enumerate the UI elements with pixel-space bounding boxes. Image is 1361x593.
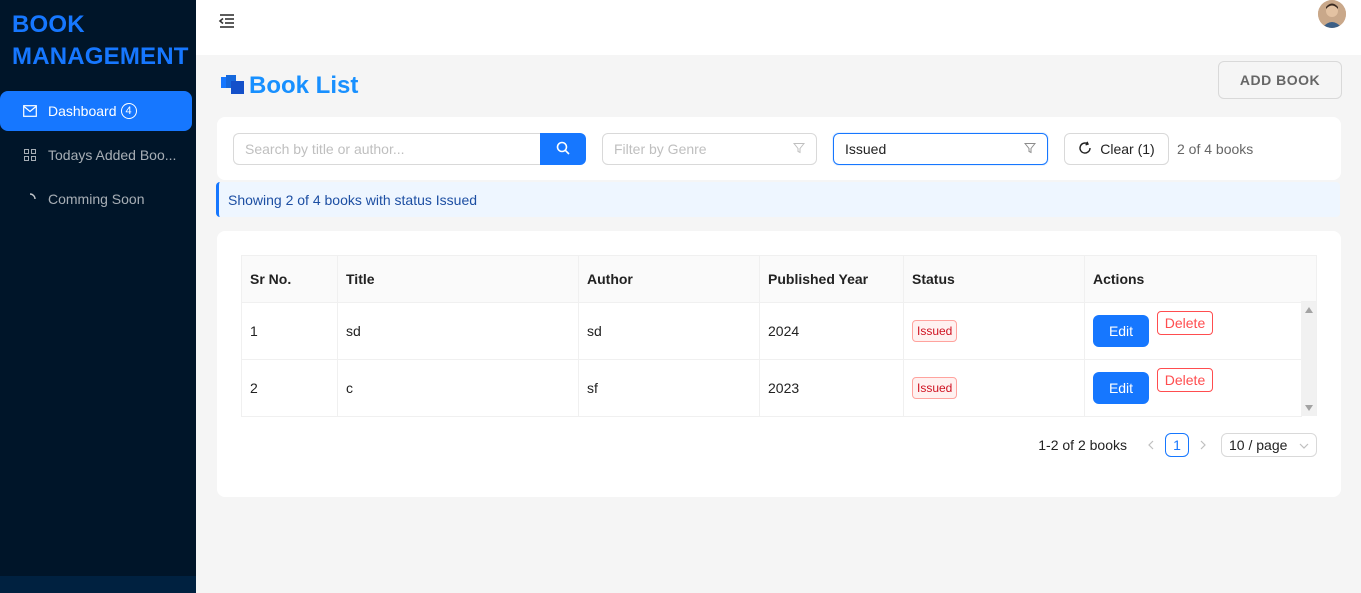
- dashboard-count-badge: 4: [120, 103, 137, 119]
- table-scrollbar[interactable]: [1301, 302, 1317, 416]
- cell-sr-no: 1: [241, 302, 338, 360]
- cell-sr-no: 2: [241, 359, 338, 417]
- loading-icon: [23, 192, 37, 206]
- clear-filters-label: Clear (1): [1100, 141, 1155, 157]
- add-book-button[interactable]: ADD BOOK: [1218, 61, 1342, 99]
- sidebar-footer: [0, 576, 196, 593]
- search-icon: [556, 141, 570, 158]
- scroll-down-icon[interactable]: [1305, 405, 1313, 411]
- cell-author: sd: [578, 302, 760, 360]
- page-item-current[interactable]: 1: [1165, 433, 1189, 457]
- column-header-published-year[interactable]: Published Year: [759, 255, 904, 303]
- status-tag: Issued: [912, 377, 958, 399]
- prev-page-icon[interactable]: [1139, 433, 1163, 457]
- edit-button[interactable]: Edit: [1093, 372, 1149, 404]
- column-header-author[interactable]: Author: [578, 255, 760, 303]
- books-table-card: Sr No. Title Author Published Year Statu…: [217, 231, 1341, 497]
- cell-title: sd: [337, 302, 579, 360]
- column-header-status[interactable]: Status: [903, 255, 1085, 303]
- page-title: Book List: [221, 70, 358, 102]
- cell-actions: Edit Delete: [1084, 359, 1302, 417]
- delete-button[interactable]: Delete: [1157, 368, 1213, 392]
- books-table: Sr No. Title Author Published Year Statu…: [241, 255, 1317, 417]
- grid-icon: [23, 148, 37, 162]
- cell-actions: Edit Delete: [1084, 302, 1302, 360]
- top-header: [196, 0, 1361, 55]
- cell-status: Issued: [903, 302, 1085, 360]
- next-page-icon[interactable]: [1191, 433, 1215, 457]
- genre-filter-select[interactable]: Filter by Genre: [602, 133, 817, 165]
- scroll-up-icon[interactable]: [1305, 307, 1313, 313]
- genre-filter-placeholder: Filter by Genre: [614, 141, 707, 157]
- pagination-total: 1-2 of 2 books: [1038, 437, 1127, 453]
- page-size-value: 10 / page: [1229, 437, 1288, 453]
- sidebar-item-todays-added-books[interactable]: Todays Added Boo...: [0, 135, 192, 175]
- brand-line-2: MANAGEMENT: [12, 43, 189, 70]
- chevron-down-icon: [1299, 437, 1309, 453]
- book-count-text: 2 of 4 books: [1177, 141, 1254, 157]
- mail-icon: [23, 104, 37, 118]
- table-row: 2 c sf 2023 Issued Edit Delete: [241, 359, 1302, 417]
- search-button[interactable]: [540, 133, 586, 165]
- delete-button[interactable]: Delete: [1157, 311, 1213, 335]
- brand-line-1: BOOK: [12, 11, 85, 38]
- cell-status: Issued: [903, 359, 1085, 417]
- sidebar-item-label: Comming Soon: [48, 191, 145, 207]
- filter-icon: [1023, 141, 1037, 157]
- table-row: 1 sd sd 2024 Issued Edit Delete: [241, 302, 1302, 360]
- books-icon: [221, 73, 245, 100]
- search-input[interactable]: [233, 133, 540, 165]
- brand-logo: BOOK MANAGEMENT: [12, 9, 189, 73]
- menu-fold-icon[interactable]: [218, 12, 238, 32]
- sidebar: BOOK MANAGEMENT Dashboard 4 Todays Added…: [0, 0, 196, 593]
- page-size-select[interactable]: 10 / page: [1221, 433, 1317, 457]
- pagination: 1-2 of 2 books 1 10 / page: [1038, 433, 1317, 457]
- filter-info-alert: Showing 2 of 4 books with status Issued: [216, 182, 1340, 217]
- alert-text: Showing 2 of 4 books with status Issued: [228, 191, 478, 208]
- column-header-title[interactable]: Title: [337, 255, 579, 303]
- column-header-actions: Actions: [1084, 255, 1302, 303]
- cell-title: c: [337, 359, 579, 417]
- user-avatar[interactable]: [1318, 0, 1346, 28]
- status-filter-select[interactable]: Issued: [833, 133, 1048, 165]
- sidebar-item-comming-soon[interactable]: Comming Soon: [0, 179, 192, 219]
- reload-icon: [1078, 141, 1100, 158]
- sidebar-item-label: Dashboard: [48, 103, 117, 119]
- cell-published-year: 2024: [759, 302, 904, 360]
- status-tag: Issued: [912, 320, 958, 342]
- page-title-text: Book List: [249, 72, 359, 99]
- sidebar-item-dashboard[interactable]: Dashboard 4: [0, 91, 192, 131]
- sidebar-item-label: Todays Added Boo...: [48, 147, 177, 163]
- table-header-row: Sr No. Title Author Published Year Statu…: [241, 255, 1302, 303]
- filter-icon: [792, 141, 806, 157]
- cell-author: sf: [578, 359, 760, 417]
- cell-published-year: 2023: [759, 359, 904, 417]
- search-group: [233, 133, 586, 165]
- table-header-filler: [1301, 255, 1317, 302]
- filter-bar: Filter by Genre Issued Clear (1) 2 of 4 …: [217, 117, 1341, 180]
- column-header-sr-no[interactable]: Sr No.: [241, 255, 338, 303]
- status-filter-value: Issued: [845, 141, 887, 157]
- edit-button[interactable]: Edit: [1093, 315, 1149, 347]
- sidebar-menu: Dashboard 4 Todays Added Boo... Comming …: [0, 91, 196, 223]
- clear-filters-button[interactable]: Clear (1): [1064, 133, 1169, 165]
